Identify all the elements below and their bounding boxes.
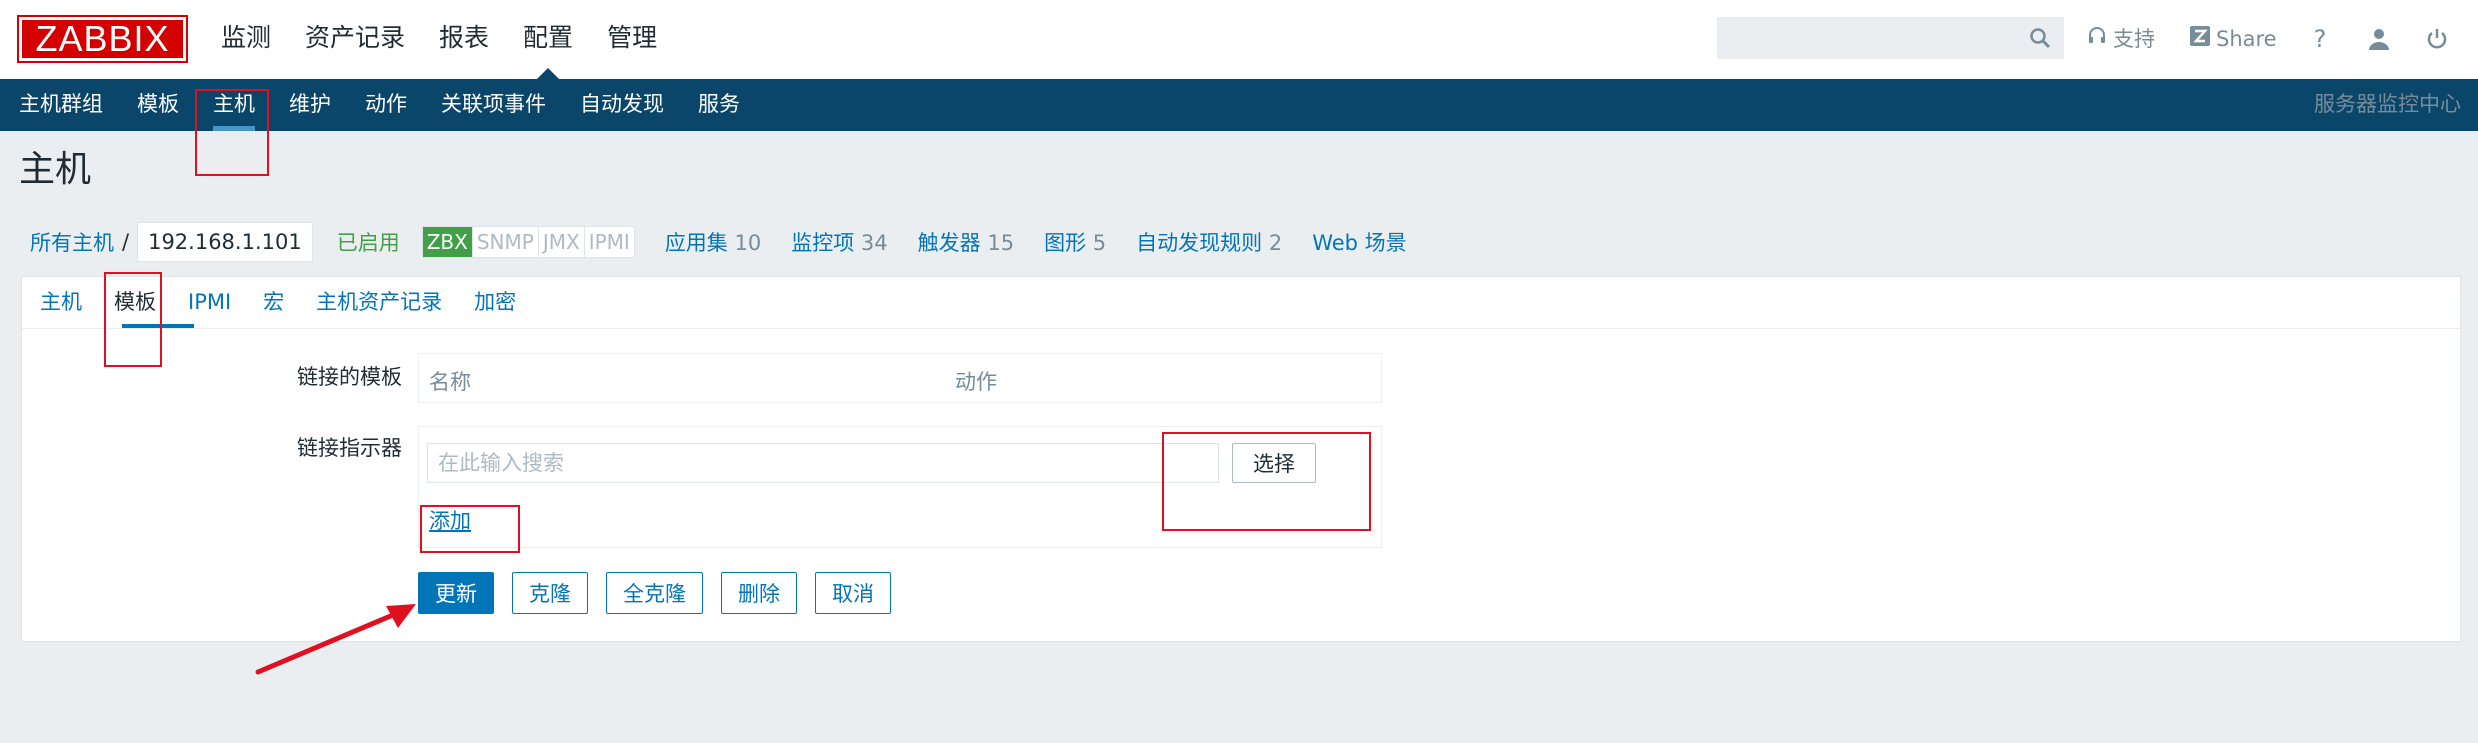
select-template-button[interactable]: 选择 <box>1232 443 1316 483</box>
sub-menu-bar: 主机群组 模板 主机 维护 动作 关联项事件 自动发现 服务 服务器监控中心 <box>0 79 2478 131</box>
zabbix-logo[interactable]: ZABBIX <box>17 15 188 63</box>
link-discovery-rules[interactable]: 自动发现规则 2 <box>1136 227 1282 257</box>
tab-encryption[interactable]: 加密 <box>458 277 532 329</box>
badge-ipmi: IPMI <box>583 227 634 257</box>
main-menu-reports[interactable]: 报表 <box>422 0 506 79</box>
main-menu-inventory[interactable]: 资产记录 <box>288 0 422 79</box>
add-template-link[interactable]: 添加 <box>429 505 471 535</box>
share-link[interactable]: Share <box>2190 22 2277 56</box>
global-search-input[interactable] <box>1718 18 2028 56</box>
link-indicator-box: 选择 添加 <box>418 426 1382 548</box>
linked-templates-col-action: 动作 <box>955 370 997 394</box>
sub-menu-hosts[interactable]: 主机 <box>196 79 272 131</box>
host-form-card: 主机 模板 IPMI 宏 主机资产记录 加密 链接的模板 名称 动作 链接指示器… <box>21 276 2461 642</box>
tab-templates[interactable]: 模板 <box>98 277 172 329</box>
link-discovery-rules-count: 2 <box>1268 231 1283 255</box>
link-graphs-label: 图形 <box>1044 231 1087 255</box>
sub-menu-host-groups[interactable]: 主机群组 <box>2 79 120 131</box>
main-menu-configuration[interactable]: 配置 <box>506 0 590 79</box>
tab-macros[interactable]: 宏 <box>247 277 300 329</box>
zabbix-share-icon <box>2190 22 2210 56</box>
main-menu-monitoring[interactable]: 监测 <box>204 0 288 79</box>
tab-host[interactable]: 主机 <box>24 277 98 329</box>
link-items-count: 34 <box>860 231 888 255</box>
main-menu-administration[interactable]: 管理 <box>590 0 674 79</box>
active-tab-indicator <box>122 324 194 328</box>
sign-out-power-icon[interactable] <box>2420 22 2454 56</box>
host-info-bar: 所有主机 / 192.168.1.101 已启用 ZBX SNMP JMX IP… <box>30 222 1407 262</box>
linked-templates-table: 名称 动作 <box>418 353 1382 403</box>
form-button-row: 更新 克隆 全克隆 删除 取消 <box>418 572 891 614</box>
support-link[interactable]: 支持 <box>2087 22 2155 56</box>
tab-ipmi[interactable]: IPMI <box>172 277 247 329</box>
full-clone-button[interactable]: 全克隆 <box>606 572 703 614</box>
link-applications-label: 应用集 <box>664 231 728 255</box>
link-graphs-count: 5 <box>1092 231 1107 255</box>
main-menu: 监测 资产记录 报表 配置 管理 <box>204 0 674 79</box>
badge-jmx: JMX <box>537 227 584 257</box>
share-label: Share <box>2216 27 2277 51</box>
clone-button[interactable]: 克隆 <box>512 572 588 614</box>
link-triggers[interactable]: 触发器 15 <box>918 227 1014 257</box>
sub-menu-discovery[interactable]: 自动发现 <box>563 79 681 131</box>
link-web-scenarios-label: Web 场景 <box>1312 231 1407 255</box>
cancel-button[interactable]: 取消 <box>815 572 891 614</box>
sub-menu-maintenance[interactable]: 维护 <box>272 79 348 131</box>
linked-templates-label: 链接的模板 <box>297 365 402 389</box>
support-label: 支持 <box>2113 27 2155 51</box>
update-button[interactable]: 更新 <box>418 572 494 614</box>
link-items[interactable]: 监控项 34 <box>791 227 887 257</box>
sub-menu-templates[interactable]: 模板 <box>120 79 196 131</box>
search-icon[interactable] <box>2029 27 2051 49</box>
linked-templates-col-name: 名称 <box>429 370 471 394</box>
badge-zbx: ZBX <box>422 227 472 257</box>
breadcrumb-separator: / <box>122 230 130 254</box>
headset-icon <box>2087 22 2107 56</box>
host-status-enabled[interactable]: 已启用 <box>337 227 400 257</box>
delete-button[interactable]: 删除 <box>721 572 797 614</box>
link-triggers-count: 15 <box>987 231 1015 255</box>
sub-menu-actions[interactable]: 动作 <box>348 79 424 131</box>
server-name: 服务器监控中心 <box>2314 92 2461 116</box>
breadcrumb-current-host[interactable]: 192.168.1.101 <box>137 222 313 262</box>
user-profile-icon[interactable] <box>2362 22 2396 56</box>
link-indicator-label: 链接指示器 <box>297 436 402 460</box>
sub-menu-services[interactable]: 服务 <box>681 79 757 131</box>
badge-snmp: SNMP <box>471 227 538 257</box>
top-bar: ZABBIX 监测 资产记录 报表 配置 管理 支持 Share ? <box>0 0 2478 79</box>
help-icon[interactable]: ? <box>2303 22 2337 56</box>
link-web-scenarios[interactable]: Web 场景 <box>1312 227 1406 257</box>
tab-inventory[interactable]: 主机资产记录 <box>300 277 458 329</box>
sub-menu-event-correlation[interactable]: 关联项事件 <box>424 79 563 131</box>
link-applications[interactable]: 应用集 10 <box>665 227 761 257</box>
template-search-input[interactable] <box>427 443 1219 483</box>
link-triggers-label: 触发器 <box>917 231 981 255</box>
host-form-tabs: 主机 模板 IPMI 宏 主机资产记录 加密 <box>22 277 2460 329</box>
link-discovery-rules-label: 自动发现规则 <box>1136 231 1263 255</box>
breadcrumb-all-hosts[interactable]: 所有主机 <box>30 227 114 257</box>
link-graphs[interactable]: 图形 5 <box>1044 227 1106 257</box>
link-applications-count: 10 <box>734 231 762 255</box>
link-items-label: 监控项 <box>791 231 855 255</box>
availability-badges: ZBX SNMP JMX IPMI <box>421 226 635 258</box>
global-search <box>1717 17 2064 59</box>
page-title: 主机 <box>19 149 92 190</box>
